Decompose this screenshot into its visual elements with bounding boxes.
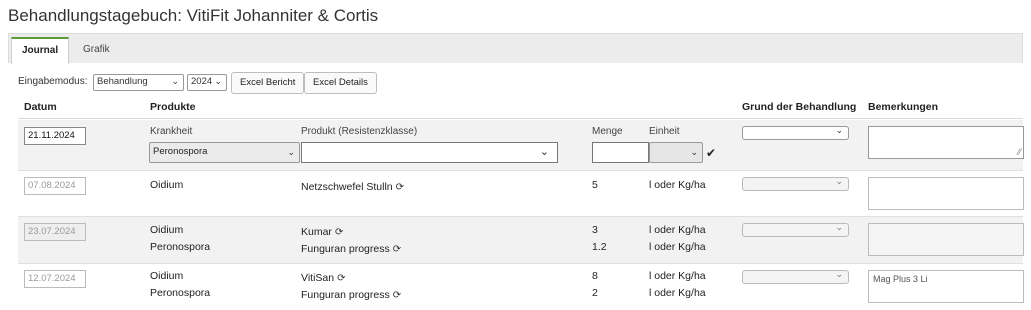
menge-value: 5 — [592, 179, 598, 191]
produkt-label: Produkt (Resistenzklasse) — [301, 126, 418, 137]
krankheit-select-value: Peronospora — [153, 146, 208, 157]
produkt-value: Funguran progress ⟳ — [301, 289, 401, 301]
entry-form-row: 21.11.2024 Krankheit Produkt (Resistenzk… — [18, 120, 1024, 171]
einheit-value: l oder Kg/ha — [649, 224, 706, 236]
tab-journal[interactable]: Journal — [11, 37, 70, 64]
produkt-name: Funguran progress — [301, 289, 390, 301]
menge-input[interactable] — [592, 142, 649, 163]
chevron-down-icon: ⌄ — [835, 125, 843, 135]
bemerkung-text: Mag Plus 3 Li — [873, 274, 928, 284]
chevron-down-icon: ⌄ — [835, 176, 843, 186]
produkt-value: VitiSan ⟳ — [301, 272, 345, 284]
table-row: 07.08.2024 Oidium Netzschwefel Stulln ⟳ 5… — [18, 171, 1024, 217]
date-input[interactable]: 12.07.2024 — [24, 270, 86, 288]
menge-value: 2 — [592, 287, 598, 299]
col-bemerkungen: Bemerkungen — [868, 101, 939, 113]
chevron-down-icon: ⌄ — [835, 269, 843, 279]
einheit-value: l oder Kg/ha — [649, 179, 706, 191]
bemerkung-textarea[interactable] — [868, 177, 1024, 210]
produkt-input[interactable]: ⌄ — [301, 142, 558, 163]
year-select-value: 2024 — [191, 76, 213, 87]
check-icon[interactable]: ✔ — [706, 146, 716, 160]
einheit-value: l oder Kg/ha — [649, 241, 706, 253]
col-datum: Datum — [24, 101, 57, 113]
krankheit-label: Krankheit — [150, 126, 193, 137]
bemerkung-textarea[interactable] — [868, 223, 1024, 256]
krankheit-value: Oidium — [150, 179, 184, 191]
produkt-value: Netzschwefel Stulln ⟳ — [301, 181, 404, 193]
grund-select[interactable]: ⌄ — [742, 269, 849, 284]
einheit-value: l oder Kg/ha — [649, 270, 706, 282]
table-header: Datum Produkte Grund der Behandlung Beme… — [18, 96, 1023, 119]
grund-select[interactable]: ⌄ — [742, 125, 849, 140]
menge-value: 3 — [592, 224, 598, 236]
year-select[interactable]: 2024 ⌄ — [187, 74, 227, 91]
chevron-down-icon: ⌄ — [171, 76, 179, 86]
refresh-icon[interactable]: ⟳ — [393, 290, 401, 301]
refresh-icon[interactable]: ⟳ — [396, 182, 404, 193]
krankheit-select[interactable]: Peronospora ⌄ — [149, 142, 300, 163]
tab-grafik[interactable]: Grafik — [73, 37, 120, 64]
page-title: Behandlungstagebuch: VitiFit Johanniter … — [8, 6, 379, 25]
chevron-down-icon: ⌄ — [214, 76, 222, 86]
produkt-name: Kumar — [301, 226, 332, 238]
chevron-down-icon: ⌄ — [539, 146, 549, 158]
chevron-down-icon: ⌄ — [690, 147, 698, 157]
table-row: 12.07.2024 Oidium Peronospora VitiSan ⟳ F… — [18, 264, 1024, 310]
col-produkte: Produkte — [150, 101, 196, 113]
menge-label: Menge — [592, 126, 623, 137]
einheit-value: l oder Kg/ha — [649, 287, 706, 299]
krankheit-value: Peronospora — [150, 241, 211, 253]
krankheit-value: Peronospora — [150, 287, 211, 299]
einheit-select[interactable]: ⌄ — [649, 142, 703, 163]
menge-value: 1.2 — [592, 241, 607, 253]
mode-select-value: Behandlung — [97, 76, 148, 87]
refresh-icon[interactable]: ⟳ — [335, 227, 343, 238]
krankheit-value: Oidium — [150, 270, 184, 282]
excel-report-button[interactable]: Excel Bericht — [231, 72, 305, 94]
table-row: 23.07.2024 Oidium Peronospora Kumar ⟳ Fun… — [18, 217, 1024, 264]
refresh-icon[interactable]: ⟳ — [393, 244, 401, 255]
bemerkung-textarea[interactable]: ⁄⁄ — [868, 126, 1024, 159]
resize-grip-icon: ⁄⁄ — [1017, 147, 1021, 157]
chevron-down-icon: ⌄ — [835, 222, 843, 232]
bemerkung-textarea[interactable]: Mag Plus 3 Li — [868, 270, 1024, 303]
grund-select[interactable]: ⌄ — [742, 222, 849, 237]
einheit-label: Einheit — [649, 126, 680, 137]
grund-select[interactable]: ⌄ — [742, 176, 849, 191]
refresh-icon[interactable]: ⟳ — [337, 273, 345, 284]
date-input[interactable]: 23.07.2024 — [24, 223, 86, 241]
excel-details-button[interactable]: Excel Details — [304, 72, 377, 94]
mode-label: Eingabemodus: — [18, 76, 88, 87]
mode-select[interactable]: Behandlung ⌄ — [93, 74, 184, 91]
date-input[interactable]: 07.08.2024 — [24, 177, 86, 195]
date-input[interactable]: 21.11.2024 — [24, 127, 86, 145]
produkt-value: Kumar ⟳ — [301, 226, 343, 238]
menge-value: 8 — [592, 270, 598, 282]
col-grund: Grund der Behandlung — [742, 101, 857, 113]
produkt-name: Netzschwefel Stulln — [301, 181, 393, 193]
tab-bar: Journal Grafik — [8, 33, 1023, 64]
chevron-down-icon: ⌄ — [287, 147, 295, 157]
krankheit-value: Oidium — [150, 224, 184, 236]
produkt-value: Funguran progress ⟳ — [301, 243, 401, 255]
produkt-name: VitiSan — [301, 272, 335, 284]
produkt-name: Funguran progress — [301, 243, 390, 255]
